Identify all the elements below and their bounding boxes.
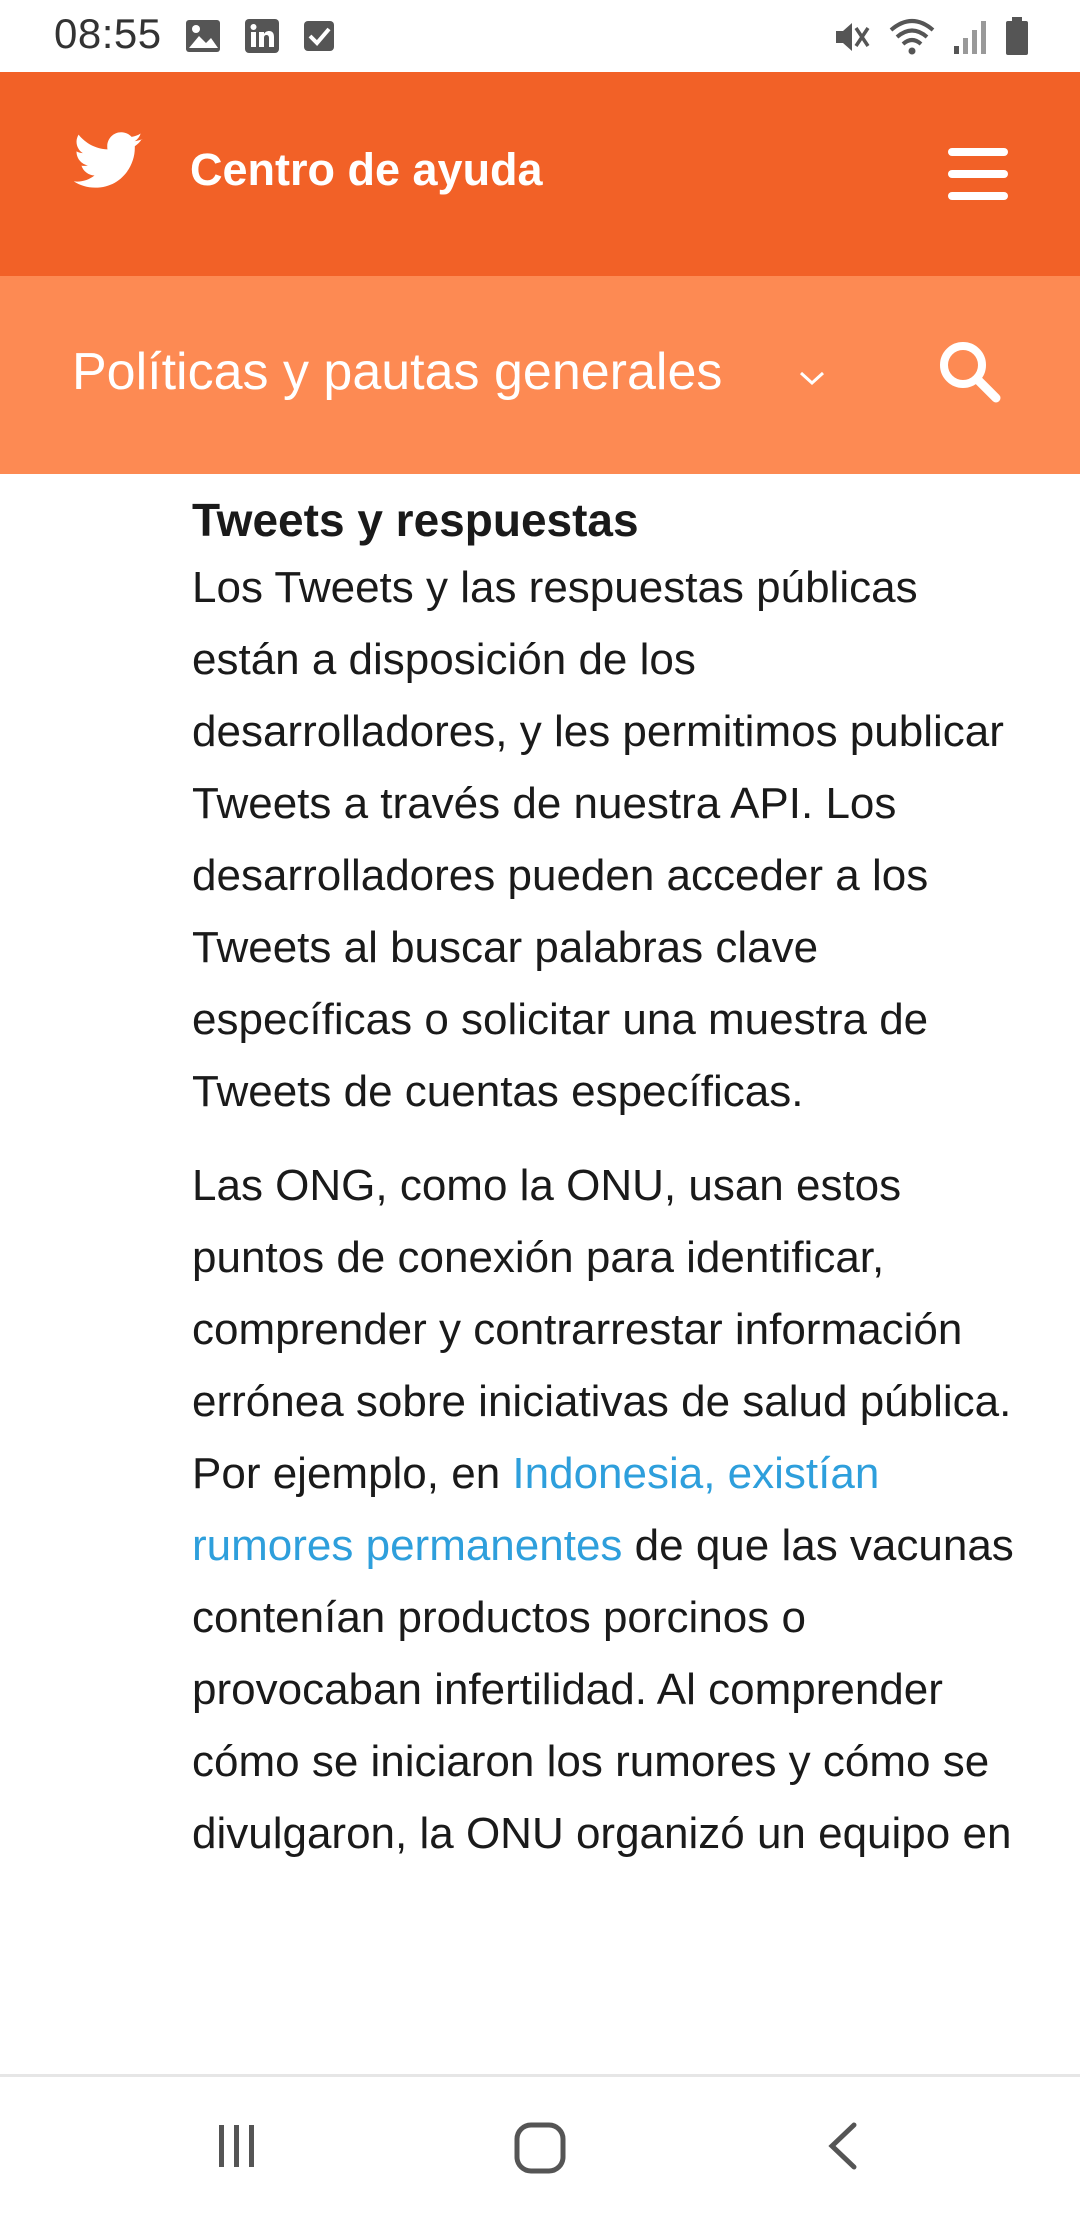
status-bar: 08:55 [0,0,1080,72]
paragraph-text: Las ONG, como la ONU, usan estos puntos … [192,1161,1012,1498]
menu-bar [948,148,1008,156]
status-time: 08:55 [54,10,162,57]
header-title[interactable]: Centro de ayuda [190,144,543,196]
menu-bar [948,192,1008,200]
back-icon[interactable] [822,2121,862,2171]
signal-icon [954,21,986,54]
search-icon[interactable] [936,338,1002,404]
recent-apps-icon[interactable] [212,2121,262,2171]
linkedin-icon [245,19,279,53]
article-paragraph: Los Tweets y las respuestas públicas est… [192,563,1004,1116]
home-icon[interactable] [513,2121,567,2175]
category-bar: Políticas y pautas generales [0,276,1080,474]
battery-icon [1006,17,1028,55]
wifi-icon [889,19,935,55]
category-dropdown-label[interactable]: Políticas y pautas generales [72,342,722,402]
checkbox-icon [304,21,334,51]
article-paragraph: Las ONG, como la ONU, usan estos puntos … [192,1150,1022,1870]
menu-button[interactable] [948,148,1008,200]
menu-bar [948,170,1008,178]
article-content: Tweets y respuestas Los Tweets y las res… [192,480,1022,1892]
mute-icon [836,23,870,51]
system-nav-bar [0,2074,1080,2223]
twitter-bird-icon[interactable] [74,132,144,190]
notification-icons [184,18,336,54]
image-icon [186,20,220,52]
system-icons [832,16,1030,56]
help-center-header: Centro de ayuda [0,72,1080,276]
chevron-down-icon[interactable] [797,368,827,388]
section-title: Tweets y respuestas [192,494,639,546]
paragraph-text: de que las vacunas contenían productos p… [192,1521,1014,1858]
